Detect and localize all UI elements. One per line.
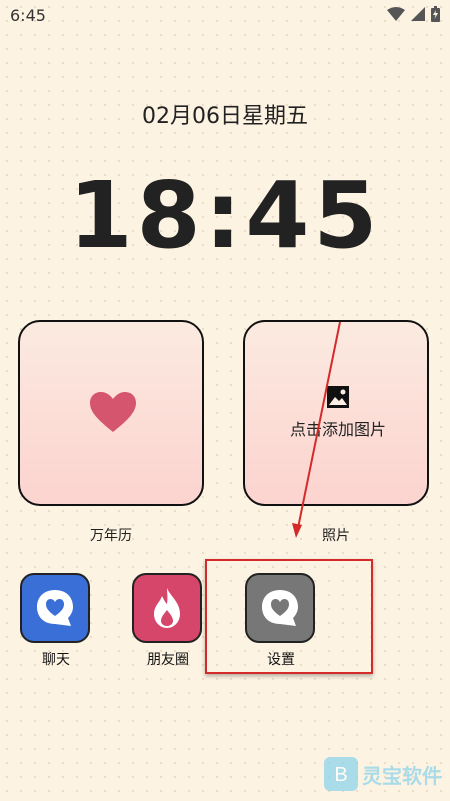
wifi-icon <box>387 7 405 21</box>
watermark: B 灵宝软件 <box>324 757 442 791</box>
image-icon <box>327 386 349 408</box>
photo-widget[interactable]: 点击添加图片 <box>243 320 429 506</box>
battery-icon <box>431 6 440 22</box>
date-text: 02月06日星期五 <box>142 104 308 129</box>
app-chat[interactable]: 聊天 <box>20 573 92 669</box>
highlight-box <box>205 559 373 674</box>
chat-app-icon[interactable] <box>20 573 90 643</box>
watermark-text: 灵宝软件 <box>362 763 442 788</box>
flame-icon <box>154 588 180 628</box>
status-icons <box>387 6 440 22</box>
app-moments[interactable]: 朋友圈 <box>132 573 204 669</box>
status-time: 6:45 <box>10 6 46 25</box>
signal-icon <box>411 7 425 21</box>
add-photo-area: 点击添加图片 <box>245 386 431 440</box>
app-label-chat: 聊天 <box>42 652 70 668</box>
calendar-label: 万年历 <box>90 528 132 544</box>
photo-label: 照片 <box>322 528 350 544</box>
app-label-moments: 朋友圈 <box>147 652 189 668</box>
status-bar: 6:45 <box>0 0 450 30</box>
clock-text: 18:45 <box>68 162 382 269</box>
chat-bubble-heart-icon <box>37 590 73 626</box>
heart-icon <box>90 392 136 432</box>
svg-text:B: B <box>334 764 347 786</box>
watermark-logo-icon: B <box>324 757 358 791</box>
add-photo-text: 点击添加图片 <box>289 420 386 439</box>
calendar-widget[interactable] <box>18 320 204 506</box>
moments-app-icon[interactable] <box>132 573 202 643</box>
